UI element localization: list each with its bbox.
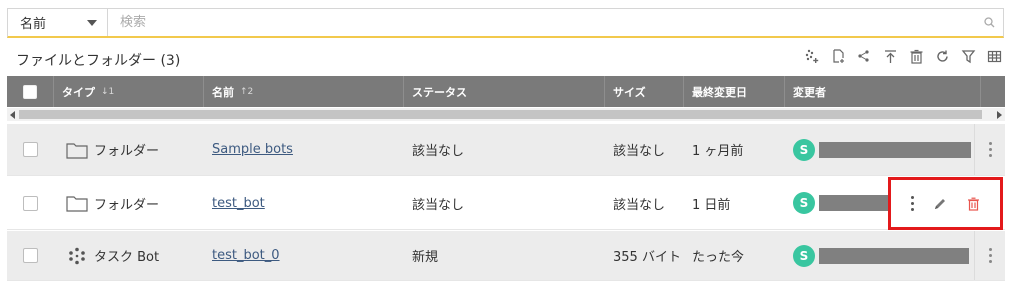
chevron-down-icon <box>87 20 97 26</box>
search-field-label: 名前 <box>20 17 47 32</box>
folder-icon <box>66 196 88 212</box>
name-link[interactable]: test_bot_0 <box>212 248 280 263</box>
row-checkbox[interactable] <box>23 248 38 263</box>
sort-indicator: ↓1 <box>101 86 115 97</box>
section-title: ファイルとフォルダー (3) <box>16 53 181 69</box>
header-modified[interactable]: 最終変更日 <box>684 76 785 107</box>
search-input[interactable] <box>108 9 975 36</box>
row-actions-highlight <box>888 177 1003 230</box>
status-text: 該当なし <box>412 144 465 159</box>
refresh-icon[interactable] <box>934 48 951 65</box>
table-row[interactable]: フォルダー test_bot 該当なし 該当なし 1 日前 S <box>7 177 1005 230</box>
header-modified-by[interactable]: 変更者 <box>785 76 981 107</box>
status-text: 新規 <box>412 250 439 265</box>
toolbar <box>804 48 1003 65</box>
header-name-label: 名前 <box>212 85 234 99</box>
header-name[interactable]: 名前 ↑2 <box>204 76 404 107</box>
modified-text: たった今 <box>692 250 745 265</box>
row-checkbox[interactable] <box>23 142 38 157</box>
name-link[interactable]: test_bot <box>212 196 265 211</box>
filter-icon[interactable] <box>960 48 977 65</box>
search-icon[interactable] <box>975 17 1003 28</box>
type-label: タスク Bot <box>94 250 160 265</box>
header-status[interactable]: ステータス <box>404 76 605 107</box>
divider <box>974 124 975 175</box>
delete-trash-icon[interactable] <box>967 197 980 211</box>
select-all-checkbox[interactable] <box>23 84 37 99</box>
divider <box>974 231 975 280</box>
columns-icon[interactable] <box>986 48 1003 65</box>
more-options-icon[interactable] <box>910 196 914 211</box>
name-link[interactable]: Sample bots <box>212 142 293 157</box>
table-row[interactable]: フォルダー Sample bots 該当なし 該当なし 1 ヶ月前 S <box>7 124 1005 176</box>
folder-icon <box>66 142 88 159</box>
redacted-username <box>819 141 971 158</box>
modified-text: 1 ヶ月前 <box>692 144 744 159</box>
header-modified-label: 最終変更日 <box>692 85 747 99</box>
edit-pencil-icon[interactable] <box>933 197 947 211</box>
size-text: 該当なし <box>613 197 666 213</box>
header-size-label: サイズ <box>613 85 646 99</box>
scrollbar-thumb[interactable] <box>19 110 982 119</box>
header-type[interactable]: タイプ ↓1 <box>54 76 204 107</box>
modified-text: 1 日前 <box>692 197 731 213</box>
row-checkbox[interactable] <box>23 195 38 211</box>
header-type-label: タイプ <box>62 85 95 99</box>
type-cell: フォルダー <box>54 177 204 229</box>
size-text: 該当なし <box>613 144 666 159</box>
new-bot-icon[interactable] <box>804 48 821 65</box>
task-bot-icon <box>69 247 85 264</box>
header-modified-by-label: 変更者 <box>793 85 826 99</box>
scroll-right-icon[interactable] <box>997 111 1002 119</box>
upload-icon[interactable] <box>882 48 899 65</box>
delete-icon[interactable] <box>908 48 925 65</box>
avatar: S <box>793 192 815 214</box>
table-row[interactable]: タスク Bot test_bot_0 新規 355 バイト たった今 S <box>7 231 1005 281</box>
scroll-left-icon[interactable] <box>10 111 15 119</box>
avatar: S <box>793 138 815 161</box>
size-text: 355 バイト <box>613 250 681 265</box>
search-bar: 名前 <box>7 8 1004 38</box>
search-field-select[interactable]: 名前 <box>8 9 108 36</box>
horizontal-scrollbar[interactable] <box>7 108 1005 121</box>
more-options-icon[interactable] <box>987 248 993 263</box>
redacted-username <box>819 195 889 211</box>
more-options-icon[interactable] <box>987 142 993 157</box>
sort-indicator: ↑2 <box>240 86 254 97</box>
header-size[interactable]: サイズ <box>605 76 684 107</box>
header-status-label: ステータス <box>412 85 467 99</box>
type-label: フォルダー <box>94 197 160 213</box>
type-cell: タスク Bot <box>54 231 204 280</box>
table-header: タイプ ↓1 名前 ↑2 ステータス サイズ 最終変更日 変更者 <box>7 76 1005 107</box>
header-actions <box>981 76 1005 107</box>
share-icon[interactable] <box>856 48 873 65</box>
header-select-all[interactable] <box>7 76 54 107</box>
new-file-icon[interactable] <box>830 48 847 65</box>
redacted-username <box>819 247 969 264</box>
type-cell: フォルダー <box>54 124 204 175</box>
type-label: フォルダー <box>94 144 160 159</box>
status-text: 該当なし <box>412 197 465 213</box>
avatar: S <box>793 244 815 267</box>
